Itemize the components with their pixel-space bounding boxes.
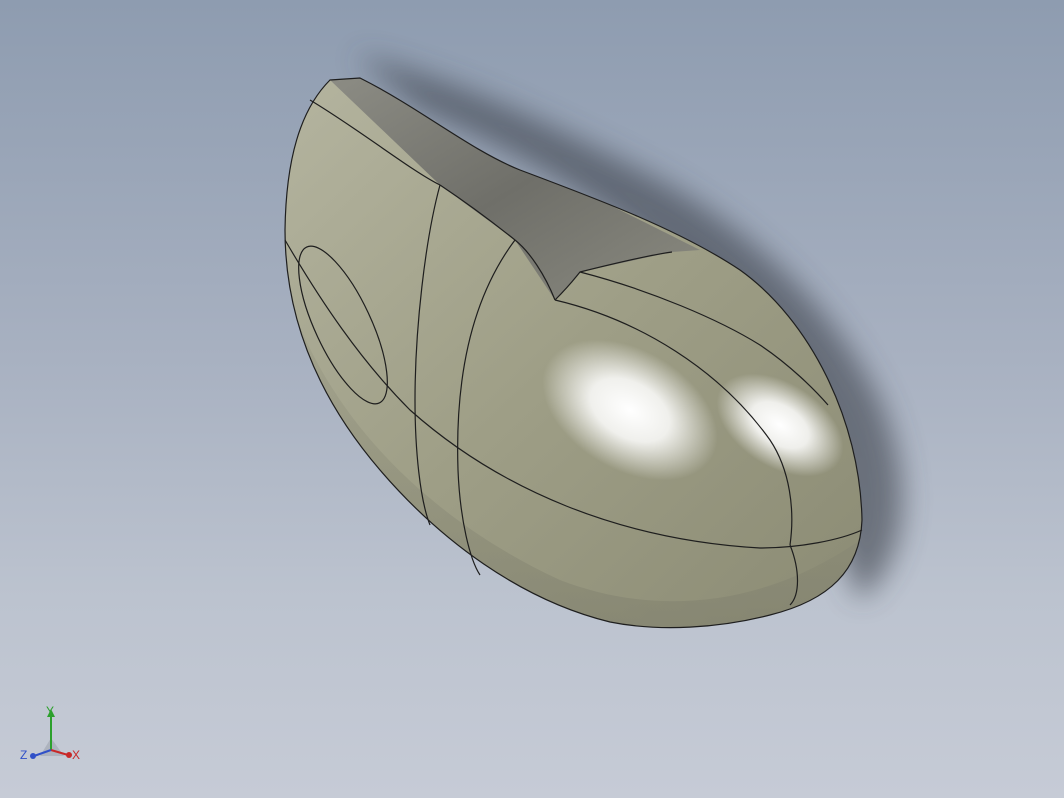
graphics-viewport[interactable]: Y Z X <box>0 0 1064 798</box>
view-orientation-triad[interactable]: Y Z X <box>18 700 88 772</box>
triad-y-label: Y <box>46 704 55 718</box>
triad-z-label: Z <box>20 748 28 762</box>
triad-z-arrow <box>30 753 36 759</box>
triad-x-label: X <box>72 748 81 762</box>
3d-model-part[interactable] <box>0 0 1064 798</box>
